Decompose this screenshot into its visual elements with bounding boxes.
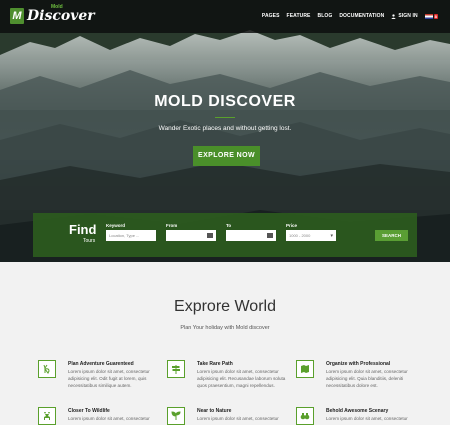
feature-title: Take Rare Path (197, 361, 233, 367)
feature-text: Lorem ipsum dolor sit amet, consectetur (68, 416, 150, 421)
flag-icon (424, 13, 433, 19)
feature-title: Near to Nature (197, 408, 232, 414)
hero-divider (215, 117, 235, 118)
search-button[interactable]: SEARCH (375, 230, 408, 241)
nav-feature[interactable]: FEATURE (287, 13, 311, 19)
signpost-icon (167, 360, 185, 378)
section-title: Exprore World (174, 298, 276, 315)
keyword-input[interactable]: Location, Type ... (106, 230, 156, 241)
feature-text: Lorem ipsum dolor sit amet, consectetur … (68, 369, 150, 388)
nav-blog[interactable]: BLOG (318, 13, 333, 19)
user-icon (391, 13, 397, 19)
to-label: To (226, 223, 232, 228)
price-select[interactable]: 1000 - 2000 ▾ (286, 230, 336, 241)
top-navbar: M Discover Mold PAGES FEATURE BLOG DOCUM… (0, 0, 450, 33)
nav-documentation[interactable]: DOCUMENTATION (339, 13, 384, 19)
calendar-icon (267, 233, 273, 238)
from-label: From (166, 223, 178, 228)
feature-title: Organize with Professional (326, 361, 391, 367)
to-date-input[interactable] (226, 230, 276, 241)
from-date-input[interactable] (166, 230, 216, 241)
sign-in-label: SIGN IN (398, 13, 418, 19)
hero-title: MOLD DISCOVER (154, 93, 296, 110)
brand-logo[interactable]: M Discover Mold (10, 4, 95, 24)
feature-text: Lorem ipsum dolor sit amet, consectetur … (197, 369, 286, 388)
map-icon (296, 360, 314, 378)
nav-pages[interactable]: PAGES (262, 13, 280, 19)
hero-section: M Discover Mold PAGES FEATURE BLOG DOCUM… (0, 0, 450, 262)
main-menu: PAGES FEATURE BLOG DOCUMENTATION SIGN IN… (255, 13, 438, 19)
price-label: Price (286, 223, 298, 228)
feature-title: Behold Awesome Scenary (326, 408, 389, 414)
deer-icon (38, 407, 56, 425)
feature-text: Lorem ipsum dolor sit amet, consectetur (197, 416, 279, 421)
feature-text: Lorem ipsum dolor sit amet, consectetur … (326, 369, 408, 388)
sign-in-link[interactable]: SIGN IN (391, 13, 418, 19)
find-heading: Find (69, 222, 97, 237)
feature-title: Plan Adventure Guarenteed (68, 361, 134, 367)
section-subtitle: Plan Your holiday with Mold discover (180, 325, 270, 331)
feature-text: Lorem ipsum dolor sit amet, consectetur (326, 416, 408, 421)
keyword-label: Keyword (106, 223, 126, 228)
brand-name: Discover (27, 8, 95, 24)
price-value: 1000 - 2000 (289, 233, 311, 238)
binoculars-icon (296, 407, 314, 425)
language-switch[interactable]: 8 (424, 13, 438, 19)
plant-icon (167, 407, 185, 425)
hero-subtitle: Wander Exotic places and without getting… (158, 125, 292, 132)
explore-now-button[interactable]: EXPLORE NOW (193, 146, 260, 166)
language-badge: 8 (433, 13, 438, 19)
peace-hand-icon (38, 360, 56, 378)
logo-mark: M (10, 8, 24, 24)
calendar-icon (207, 233, 213, 238)
find-subheading: Tours (83, 238, 96, 244)
search-bar: Find Tours Keyword Location, Type ... Fr… (33, 213, 417, 257)
brand-sup: Mold (51, 4, 63, 10)
feature-title: Closer To Wildlife (68, 408, 110, 414)
chevron-down-icon: ▾ (330, 233, 333, 239)
